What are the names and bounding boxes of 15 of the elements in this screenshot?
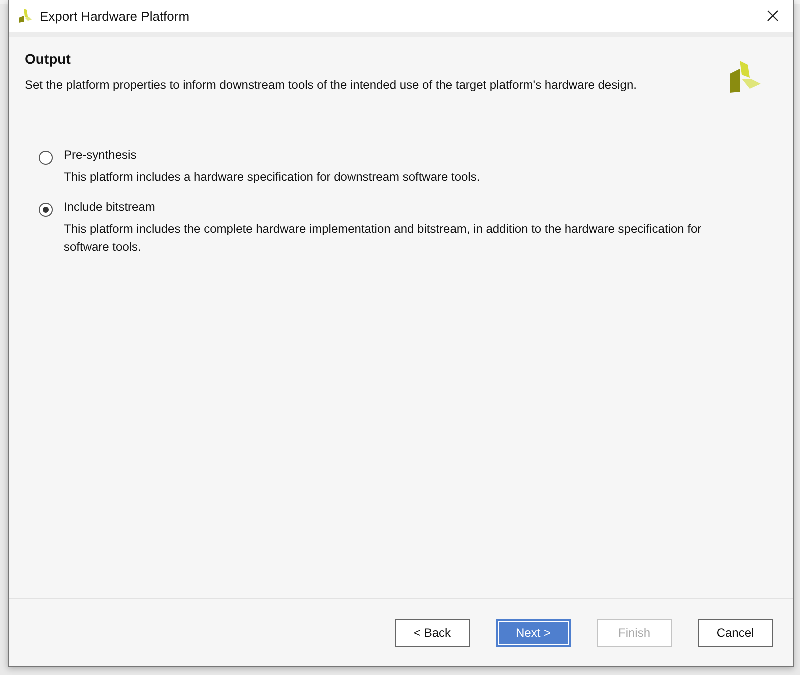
logo-icon bbox=[730, 61, 763, 94]
page-title: Output bbox=[25, 51, 72, 67]
radio-button[interactable] bbox=[39, 151, 53, 165]
dialog-button[interactable]: Next > bbox=[496, 618, 571, 646]
app-logo-icon bbox=[17, 8, 33, 24]
close-button[interactable] bbox=[765, 8, 781, 24]
radio-button[interactable] bbox=[39, 203, 53, 217]
page-description: Set the platform properties to inform downstream tools of the intended use of the target platform's hardware design. bbox=[25, 78, 638, 92]
dialog-button[interactable]: < Back bbox=[395, 618, 470, 646]
dialog-button[interactable]: Cancel bbox=[698, 618, 773, 646]
window-title: Export Hardware Platform bbox=[40, 8, 191, 24]
option-description: This platform includes the complete hardware implementation and bitstream, in addition to the hardware specification for software tools. bbox=[64, 221, 703, 256]
option-label: Pre-synthesis bbox=[64, 148, 138, 164]
option-description: This platform includes a hardware specification for downstream software tools. bbox=[64, 169, 482, 186]
option-label: Include bitstream bbox=[64, 200, 156, 216]
